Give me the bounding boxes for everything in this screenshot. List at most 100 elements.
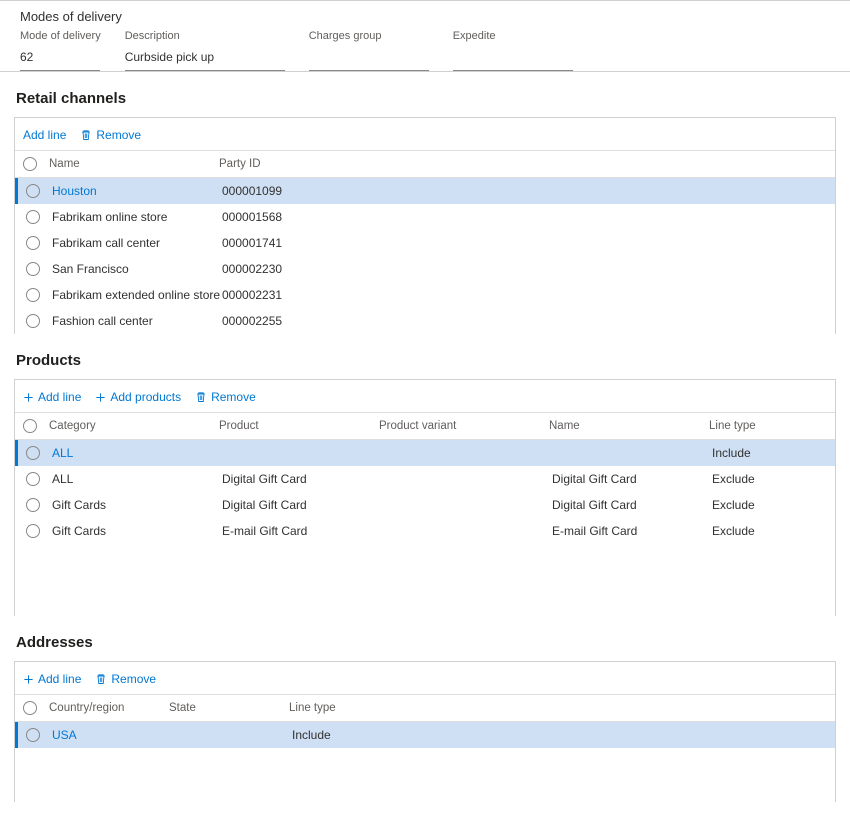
cell-channel-name[interactable]: San Francisco [52, 262, 222, 276]
col-name[interactable]: Name [49, 158, 219, 170]
col-variant[interactable]: Product variant [379, 420, 549, 432]
col-product-name[interactable]: Name [549, 420, 709, 432]
products-add-products-button[interactable]: Add products [95, 388, 181, 406]
retail-channels-title: Retail channels [14, 90, 836, 107]
cell-party-id: 000002230 [222, 262, 422, 276]
cell-product: Digital Gift Card [222, 498, 382, 512]
delete-icon [195, 391, 207, 403]
col-product[interactable]: Product [219, 420, 379, 432]
table-row[interactable]: ALLDigital Gift CardDigital Gift CardExc… [15, 466, 835, 492]
col-state[interactable]: State [169, 702, 289, 714]
row-select-radio[interactable] [26, 446, 40, 460]
cell-line-type: Exclude [712, 472, 792, 486]
table-row[interactable]: Fabrikam online store000001568 [15, 204, 835, 230]
select-all-radio[interactable] [23, 419, 37, 433]
row-select-radio[interactable] [26, 262, 40, 276]
products-add-line-button[interactable]: Add line [23, 388, 81, 406]
row-select-radio[interactable] [26, 184, 40, 198]
row-select-radio[interactable] [26, 314, 40, 328]
col-party-id[interactable]: Party ID [219, 158, 419, 170]
add-line-label: Add line [38, 390, 81, 404]
mode-input[interactable] [20, 46, 100, 71]
cell-channel-name[interactable]: Houston [52, 184, 222, 198]
select-all-radio[interactable] [23, 157, 37, 171]
cell-product-name: Digital Gift Card [552, 472, 712, 486]
add-products-label: Add products [110, 390, 181, 404]
cell-party-id: 000001099 [222, 184, 422, 198]
retail-grid-body: Houston000001099Fabrikam online store000… [15, 178, 835, 334]
col-category[interactable]: Category [49, 420, 219, 432]
plus-icon [23, 392, 34, 403]
cell-line-type: Exclude [712, 524, 792, 538]
addresses-remove-button[interactable]: Remove [95, 670, 156, 688]
retail-add-line-button[interactable]: Add line [23, 126, 66, 144]
addresses-section: Addresses Add line Remove Country/region… [14, 634, 836, 802]
retail-channels-panel: Add line Remove Name Party ID Houston000… [14, 117, 836, 334]
cell-channel-name[interactable]: Fabrikam extended online store [52, 288, 222, 302]
row-select-radio[interactable] [26, 210, 40, 224]
cell-party-id: 000001741 [222, 236, 422, 250]
cell-category[interactable]: ALL [52, 472, 222, 486]
description-input[interactable] [125, 46, 285, 71]
row-select-radio[interactable] [26, 728, 40, 742]
products-grid: Category Product Product variant Name Li… [15, 412, 835, 616]
row-select-radio[interactable] [26, 524, 40, 538]
retail-remove-button[interactable]: Remove [80, 126, 141, 144]
add-line-label: Add line [38, 672, 81, 686]
table-row[interactable]: Houston000001099 [15, 178, 835, 204]
products-grid-body: ALLIncludeALLDigital Gift CardDigital Gi… [15, 440, 835, 616]
addresses-toolbar: Add line Remove [15, 670, 835, 694]
cell-line-type: Include [712, 446, 792, 460]
cell-channel-name[interactable]: Fashion call center [52, 314, 222, 328]
cell-category[interactable]: Gift Cards [52, 524, 222, 538]
description-label: Description [125, 30, 285, 42]
table-row[interactable]: Gift CardsE-mail Gift CardE-mail Gift Ca… [15, 518, 835, 544]
select-all-radio[interactable] [23, 701, 37, 715]
table-row[interactable]: Fashion call center000002255 [15, 308, 835, 334]
cell-channel-name[interactable]: Fabrikam call center [52, 236, 222, 250]
header-fields: Mode of delivery Description Charges gro… [20, 30, 830, 71]
mode-label: Mode of delivery [20, 30, 101, 42]
addresses-grid-header: Country/region State Line type [15, 694, 835, 722]
delete-icon [80, 129, 92, 141]
charges-group-input[interactable] [309, 46, 429, 71]
row-select-radio[interactable] [26, 498, 40, 512]
products-grid-header: Category Product Product variant Name Li… [15, 412, 835, 440]
col-country-region[interactable]: Country/region [49, 702, 169, 714]
products-remove-button[interactable]: Remove [195, 388, 256, 406]
plus-icon [23, 674, 34, 685]
row-select-radio[interactable] [26, 288, 40, 302]
table-row[interactable]: ALL Include [15, 440, 835, 466]
remove-label: Remove [96, 128, 141, 142]
col-line-type[interactable]: Line type [709, 420, 789, 432]
retail-grid-header: Name Party ID [15, 150, 835, 178]
remove-label: Remove [211, 390, 256, 404]
table-row[interactable]: USA Include [15, 722, 835, 748]
table-row[interactable]: Fabrikam extended online store000002231 [15, 282, 835, 308]
cell-product: E-mail Gift Card [222, 524, 382, 538]
cell-party-id: 000001568 [222, 210, 422, 224]
addresses-add-line-button[interactable]: Add line [23, 670, 81, 688]
cell-category[interactable]: Gift Cards [52, 498, 222, 512]
page-title: Modes of delivery [20, 9, 830, 24]
col-line-type[interactable]: Line type [289, 702, 409, 714]
cell-line-type: Include [292, 728, 412, 742]
expedite-label: Expedite [453, 30, 573, 42]
row-select-radio[interactable] [26, 236, 40, 250]
plus-icon [95, 392, 106, 403]
row-select-radio[interactable] [26, 472, 40, 486]
page-header: Modes of delivery Mode of delivery Descr… [0, 0, 850, 72]
table-row[interactable]: Gift CardsDigital Gift CardDigital Gift … [15, 492, 835, 518]
table-row[interactable]: Fabrikam call center000001741 [15, 230, 835, 256]
addresses-title: Addresses [14, 634, 836, 651]
expedite-input[interactable] [453, 46, 573, 71]
cell-category[interactable]: ALL [52, 446, 222, 460]
products-title: Products [14, 352, 836, 369]
cell-country-region[interactable]: USA [52, 728, 172, 742]
addresses-panel: Add line Remove Country/region State Lin… [14, 661, 836, 802]
cell-channel-name[interactable]: Fabrikam online store [52, 210, 222, 224]
table-row[interactable]: San Francisco000002230 [15, 256, 835, 282]
cell-product-name: E-mail Gift Card [552, 524, 712, 538]
addresses-grid: Country/region State Line type USA Includ… [15, 694, 835, 802]
cell-party-id: 000002255 [222, 314, 422, 328]
